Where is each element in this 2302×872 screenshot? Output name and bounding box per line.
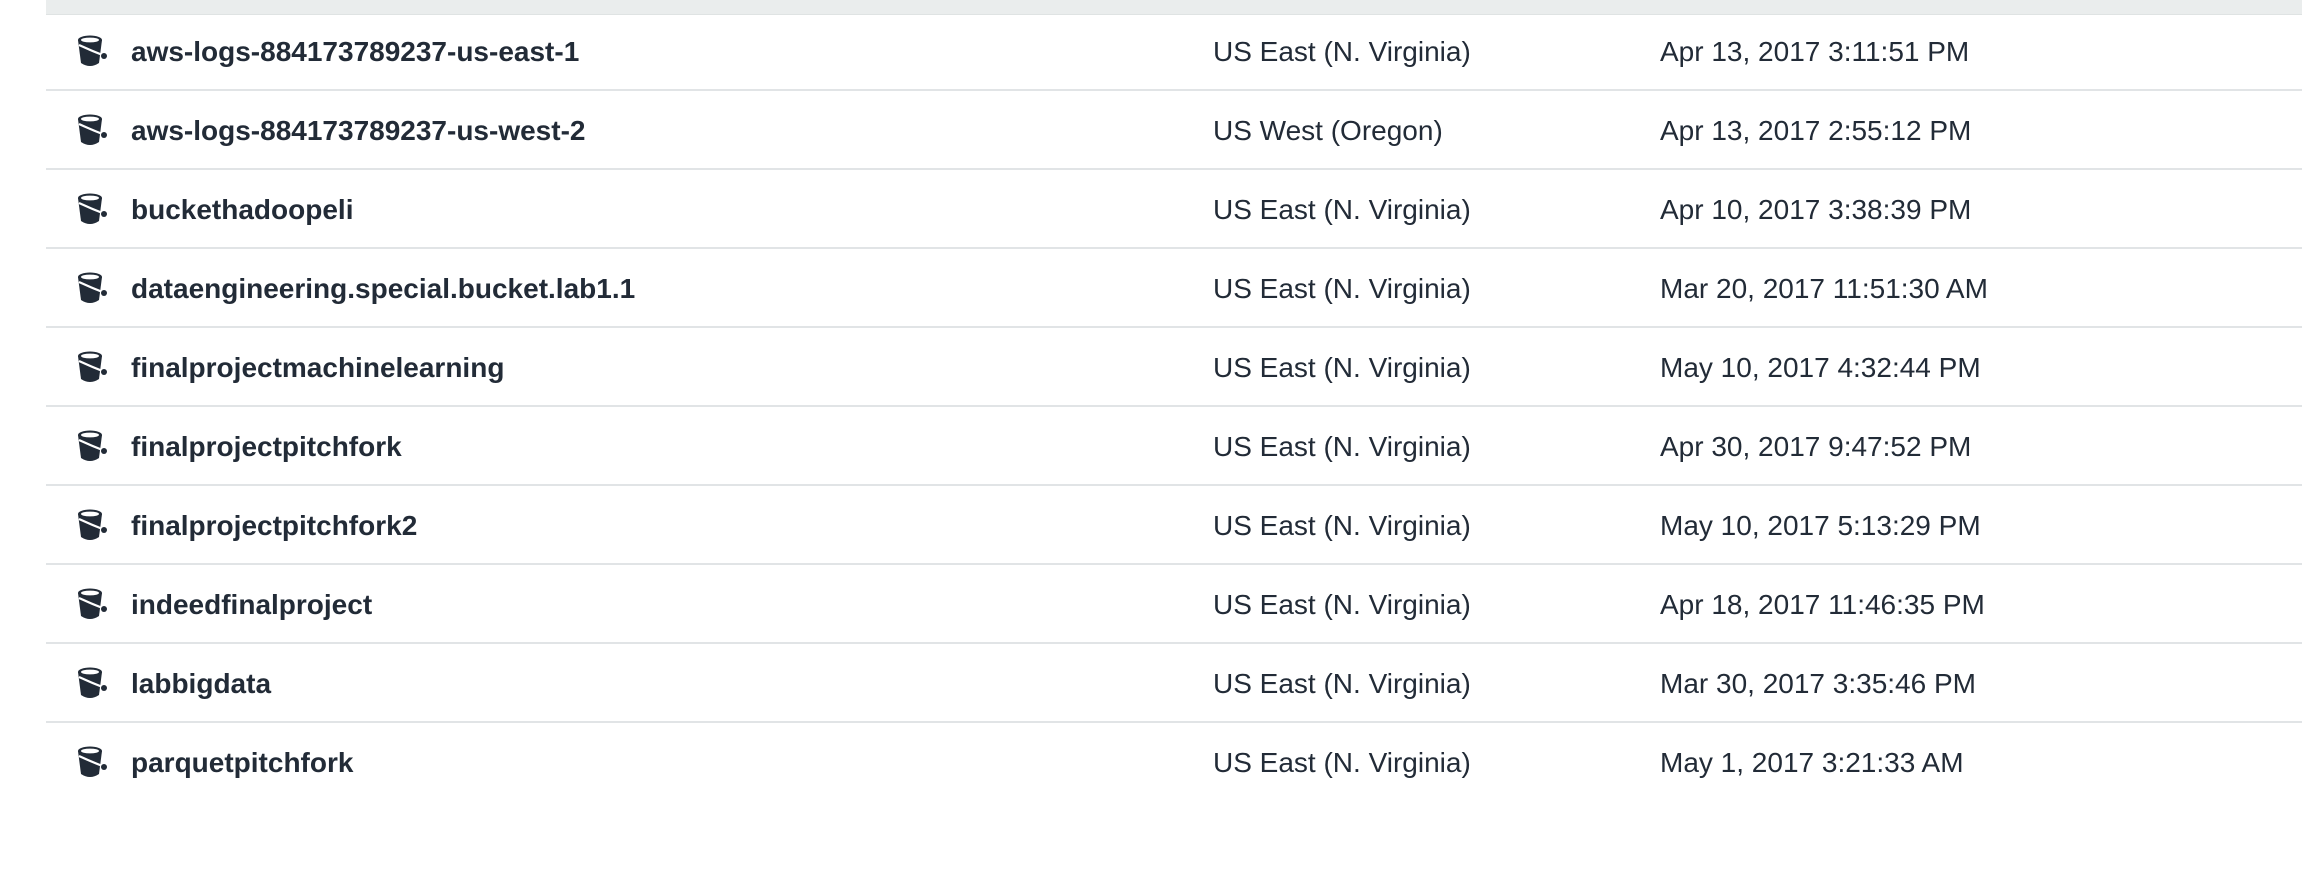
bucket-name-link[interactable]: finalprojectpitchfork [131,407,402,486]
table-row[interactable]: finalprojectpitchfork US East (N. Virgin… [46,407,2302,486]
bucket-date-created: May 10, 2017 5:13:29 PM [1660,510,1981,541]
bucket-region: US West (Oregon) [1213,115,1443,146]
bucket-icon [76,113,108,147]
table-row[interactable]: finalprojectpitchfork2 US East (N. Virgi… [46,486,2302,565]
bucket-icon [76,666,108,700]
bucket-region: US East (N. Virginia) [1213,510,1471,541]
bucket-name-link[interactable]: parquetpitchfork [131,723,353,802]
bucket-date-created: Apr 13, 2017 3:11:51 PM [1660,36,1970,67]
bucket-icon [76,508,108,542]
bucket-icon [76,429,108,463]
bucket-icon [76,745,108,779]
bucket-date-created: Mar 20, 2017 11:51:30 AM [1660,273,1988,304]
table-row[interactable]: indeedfinalproject US East (N. Virginia)… [46,565,2302,644]
bucket-region: US East (N. Virginia) [1213,747,1471,778]
bucket-name-link[interactable]: finalprojectpitchfork2 [131,486,417,565]
bucket-date-created: May 10, 2017 4:32:44 PM [1660,352,1981,383]
table-row[interactable]: dataengineering.special.bucket.lab1.1 US… [46,249,2302,328]
bucket-region: US East (N. Virginia) [1213,589,1471,620]
bucket-icon [76,271,108,305]
bucket-region: US East (N. Virginia) [1213,194,1471,225]
table-row[interactable]: finalprojectmachinelearning US East (N. … [46,328,2302,407]
bucket-icon [76,192,108,226]
bucket-date-created: Apr 10, 2017 3:38:39 PM [1660,194,1972,225]
bucket-icon [76,587,108,621]
bucket-table: aws-logs-884173789237-us-east-1 US East … [46,12,2302,802]
bucket-icon [76,34,108,68]
table-row[interactable]: aws-logs-884173789237-us-east-1 US East … [46,12,2302,91]
bucket-name-link[interactable]: labbigdata [131,644,271,723]
bucket-date-created: May 1, 2017 3:21:33 AM [1660,747,1964,778]
bucket-date-created: Apr 30, 2017 9:47:52 PM [1660,431,1972,462]
bucket-name-link[interactable]: indeedfinalproject [131,565,372,644]
bucket-icon [76,350,108,384]
table-row[interactable]: parquetpitchfork US East (N. Virginia) M… [46,723,2302,802]
table-row[interactable]: buckethadoopeli US East (N. Virginia) Ap… [46,170,2302,249]
bucket-name-link[interactable]: buckethadoopeli [131,170,353,249]
bucket-name-link[interactable]: aws-logs-884173789237-us-west-2 [131,91,585,170]
bucket-region: US East (N. Virginia) [1213,352,1471,383]
bucket-region: US East (N. Virginia) [1213,36,1471,67]
bucket-region: US East (N. Virginia) [1213,273,1471,304]
table-row[interactable]: aws-logs-884173789237-us-west-2 US West … [46,91,2302,170]
table-row[interactable]: labbigdata US East (N. Virginia) Mar 30,… [46,644,2302,723]
bucket-name-link[interactable]: dataengineering.special.bucket.lab1.1 [131,249,635,328]
bucket-name-link[interactable]: finalprojectmachinelearning [131,328,504,407]
bucket-name-link[interactable]: aws-logs-884173789237-us-east-1 [131,12,579,91]
bucket-date-created: Apr 18, 2017 11:46:35 PM [1660,589,1985,620]
bucket-region: US East (N. Virginia) [1213,668,1471,699]
bucket-date-created: Apr 13, 2017 2:55:12 PM [1660,115,1972,146]
bucket-date-created: Mar 30, 2017 3:35:46 PM [1660,668,1976,699]
bucket-region: US East (N. Virginia) [1213,431,1471,462]
